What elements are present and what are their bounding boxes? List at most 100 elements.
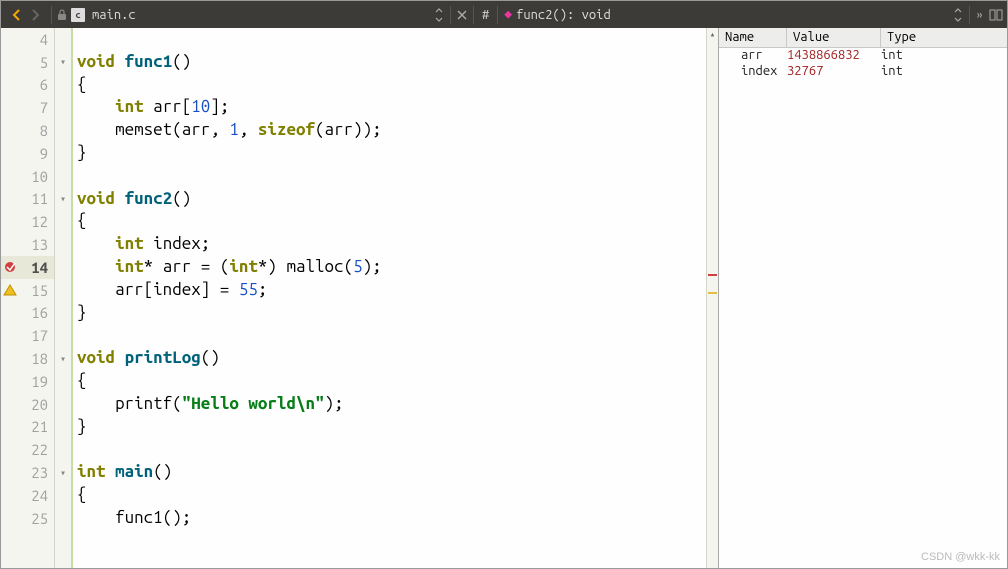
code-line[interactable]: { xyxy=(77,370,706,393)
code-line[interactable]: { xyxy=(77,210,706,233)
code-line[interactable]: void func2() xyxy=(77,188,706,211)
fold-toggle xyxy=(55,393,71,416)
function-marker-icon: ◆ xyxy=(504,7,512,22)
expand-icon[interactable]: » xyxy=(972,8,987,22)
code-line[interactable]: } xyxy=(77,142,706,165)
code-line[interactable]: int main() xyxy=(77,461,706,484)
fold-toggle xyxy=(55,210,71,233)
function-dropdown[interactable] xyxy=(949,8,967,22)
fold-column[interactable]: ▾ ▾ ▾ ▾ xyxy=(55,28,73,568)
line-number[interactable]: 4 xyxy=(1,28,54,51)
line-number[interactable]: 21 xyxy=(1,416,54,439)
line-number[interactable]: 20 xyxy=(1,393,54,416)
lock-icon xyxy=(54,7,70,23)
line-number[interactable]: 25 xyxy=(1,507,54,530)
line-number[interactable]: 12 xyxy=(1,210,54,233)
warning-marker[interactable] xyxy=(708,292,717,294)
line-number[interactable]: 9 xyxy=(1,142,54,165)
filename-label: main.c xyxy=(86,8,430,22)
code-line[interactable] xyxy=(77,165,706,188)
var-type: int xyxy=(881,48,1007,64)
code-line[interactable]: int* arr = (int*) malloc(5); xyxy=(77,256,706,279)
separator xyxy=(450,6,451,24)
code-line[interactable]: { xyxy=(77,74,706,97)
variable-row[interactable]: index32767int xyxy=(719,64,1007,80)
title-bar: c main.c # ◆ func2(): void » xyxy=(1,1,1007,28)
line-number[interactable]: 22 xyxy=(1,438,54,461)
ide-window: c main.c # ◆ func2(): void » 45678910111… xyxy=(0,0,1008,569)
fold-toggle[interactable]: ▾ xyxy=(55,347,71,370)
code-area[interactable]: void func1(){ int arr[10]; memset(arr, 1… xyxy=(73,28,706,568)
fold-toggle xyxy=(55,279,71,302)
variables-pane: Name Value Type arr1438866832intindex327… xyxy=(718,28,1007,568)
code-line[interactable] xyxy=(77,438,706,461)
fold-toggle[interactable]: ▾ xyxy=(55,51,71,74)
code-line[interactable] xyxy=(77,28,706,51)
line-number[interactable]: 14 xyxy=(1,256,54,279)
fold-toggle xyxy=(55,233,71,256)
var-name: index xyxy=(719,64,787,80)
nav-forward-button[interactable] xyxy=(27,6,45,24)
line-number[interactable]: 24 xyxy=(1,484,54,507)
line-number[interactable]: 7 xyxy=(1,96,54,119)
fold-toggle xyxy=(55,416,71,439)
line-number[interactable]: 5 xyxy=(1,51,54,74)
error-marker[interactable] xyxy=(708,274,717,276)
line-number[interactable]: 15 xyxy=(1,279,54,302)
line-number-gutter[interactable]: 45678910111213141516171819202122232425 xyxy=(1,28,55,568)
separator xyxy=(51,6,52,24)
line-number[interactable]: 17 xyxy=(1,324,54,347)
close-file-button[interactable] xyxy=(453,10,471,20)
fold-toggle xyxy=(55,484,71,507)
breakpoint-icon[interactable] xyxy=(3,260,17,274)
code-line[interactable]: int index; xyxy=(77,233,706,256)
nav-back-button[interactable] xyxy=(7,6,25,24)
nav-controls xyxy=(3,6,49,24)
line-number[interactable]: 18 xyxy=(1,347,54,370)
var-name: arr xyxy=(719,48,787,64)
fold-toggle xyxy=(55,302,71,325)
code-line[interactable]: void printLog() xyxy=(77,347,706,370)
separator xyxy=(969,6,970,24)
scroll-up-icon[interactable]: ▴ xyxy=(707,28,718,40)
variable-row[interactable]: arr1438866832int xyxy=(719,48,1007,64)
code-line[interactable]: arr[index] = 55; xyxy=(77,279,706,302)
current-function-label: func2(): void xyxy=(516,8,611,22)
line-number[interactable]: 19 xyxy=(1,370,54,393)
fold-toggle xyxy=(55,119,71,142)
line-number[interactable]: 11 xyxy=(1,188,54,211)
editor-pane: 45678910111213141516171819202122232425 ▾… xyxy=(1,28,718,568)
overview-ruler[interactable]: ▴ xyxy=(706,28,718,568)
fold-toggle[interactable]: ▾ xyxy=(55,188,71,211)
line-number[interactable]: 16 xyxy=(1,302,54,325)
line-number[interactable]: 10 xyxy=(1,165,54,188)
watermark: CSDN @wkk-kk xyxy=(921,551,1000,563)
file-dropdown[interactable] xyxy=(430,8,448,22)
fold-toggle xyxy=(55,142,71,165)
fold-toggle[interactable]: ▾ xyxy=(55,461,71,484)
split-icon[interactable] xyxy=(987,9,1005,21)
code-line[interactable]: printf("Hello world\n"); xyxy=(77,393,706,416)
separator xyxy=(497,6,498,24)
fold-toggle xyxy=(55,74,71,97)
variables-header: Name Value Type xyxy=(719,28,1007,48)
col-header-value[interactable]: Value xyxy=(787,28,881,47)
code-line[interactable]: int arr[10]; xyxy=(77,96,706,119)
col-header-name[interactable]: Name xyxy=(719,28,787,47)
code-line[interactable] xyxy=(77,324,706,347)
col-header-type[interactable]: Type xyxy=(881,28,1007,47)
code-line[interactable]: } xyxy=(77,302,706,325)
code-line[interactable]: func1(); xyxy=(77,507,706,530)
code-line[interactable]: memset(arr, 1, sizeof(arr)); xyxy=(77,119,706,142)
code-line[interactable]: { xyxy=(77,484,706,507)
line-number[interactable]: 13 xyxy=(1,233,54,256)
variables-body: arr1438866832intindex32767int xyxy=(719,48,1007,568)
warning-icon[interactable] xyxy=(3,283,17,297)
hash-label: # xyxy=(476,8,495,22)
line-number[interactable]: 6 xyxy=(1,74,54,97)
separator xyxy=(473,6,474,24)
code-line[interactable]: void func1() xyxy=(77,51,706,74)
code-line[interactable]: } xyxy=(77,416,706,439)
line-number[interactable]: 8 xyxy=(1,119,54,142)
line-number[interactable]: 23 xyxy=(1,461,54,484)
